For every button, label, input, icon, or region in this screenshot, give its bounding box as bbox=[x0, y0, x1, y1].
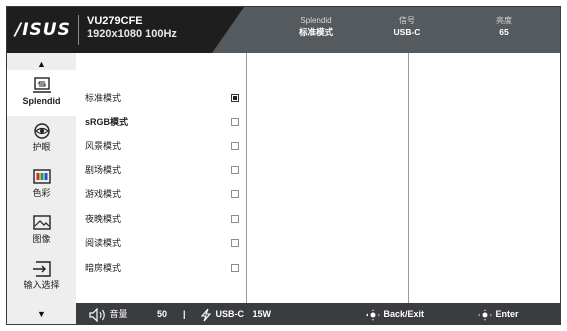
status-signal-key: 信号 bbox=[399, 16, 415, 25]
eye-care-icon bbox=[33, 123, 50, 139]
mode-label: 阅读模式 bbox=[85, 238, 122, 248]
mode-row-standard[interactable]: 标准模式 bbox=[85, 92, 239, 106]
status-signal: 信号 USB-C bbox=[362, 16, 452, 38]
mode-radio[interactable] bbox=[231, 190, 239, 198]
nav-up-arrow-icon[interactable]: ▲ bbox=[7, 59, 76, 69]
status-brightness: 亮度 65 bbox=[459, 16, 549, 38]
splendid-mode-list: 标准模式 sRGB模式 风景模式 剧场模式 游戏模式 夜晚模式 阅读模式 暗房模… bbox=[76, 53, 247, 303]
mode-row-reading[interactable]: 阅读模式 bbox=[85, 237, 239, 251]
osd-header: /ISUS VU279CFE 1920x1080 100Hz Splendid … bbox=[7, 7, 560, 53]
input-select-icon bbox=[32, 261, 51, 277]
nav-label-eye-care: 护眼 bbox=[32, 142, 51, 152]
lightning-icon bbox=[200, 308, 212, 321]
resolution-text: 1920x1080 100Hz bbox=[87, 28, 177, 40]
usbc-wattage: 15W bbox=[252, 309, 272, 319]
usbc-label: USB-C bbox=[215, 309, 245, 319]
enter-label: Enter bbox=[495, 309, 519, 319]
nav-item-splendid[interactable]: Splendid bbox=[7, 70, 76, 116]
mode-row-game[interactable]: 游戏模式 bbox=[85, 188, 239, 202]
mode-label: 游戏模式 bbox=[85, 189, 122, 199]
nav-item-eye-care[interactable]: 护眼 bbox=[7, 116, 76, 162]
joystick-left-icon bbox=[366, 308, 380, 321]
nav-item-input-select[interactable]: 输入选择 bbox=[7, 254, 76, 300]
nav-down-arrow-icon[interactable]: ▼ bbox=[37, 309, 46, 319]
mode-label: 暗房模式 bbox=[85, 263, 122, 273]
logo-divider bbox=[78, 15, 79, 45]
image-icon bbox=[32, 215, 51, 230]
nav-label-image: 图像 bbox=[32, 234, 51, 244]
mode-label: sRGB模式 bbox=[85, 117, 129, 127]
speaker-icon bbox=[89, 307, 105, 323]
volume-status: 音量 bbox=[89, 303, 128, 324]
status-splendid-value: 标准模式 bbox=[298, 27, 333, 37]
mode-radio[interactable] bbox=[231, 264, 239, 272]
color-icon bbox=[32, 169, 51, 184]
usbc-power-status: USB-C 15W bbox=[199, 303, 272, 324]
mode-radio[interactable] bbox=[231, 142, 239, 150]
splendid-icon bbox=[32, 77, 51, 93]
mode-label: 风景模式 bbox=[85, 141, 122, 151]
osd-footer: ▼ 音量 50 | USB-C 15W Back/Exit Enter bbox=[7, 303, 560, 324]
nav-down-area: ▼ bbox=[7, 303, 76, 324]
nav-label-input-select: 输入选择 bbox=[23, 280, 60, 290]
volume-value: 50 bbox=[157, 309, 168, 319]
volume-label: 音量 bbox=[109, 309, 128, 319]
mode-row-theater[interactable]: 剧场模式 bbox=[85, 164, 239, 178]
nav-label-color: 色彩 bbox=[32, 188, 51, 198]
nav-item-color[interactable]: 色彩 bbox=[7, 162, 76, 208]
enter-hint: Enter bbox=[477, 303, 519, 324]
mode-row-night[interactable]: 夜晚模式 bbox=[85, 213, 239, 227]
joystick-press-icon bbox=[478, 308, 492, 321]
back-exit-hint: Back/Exit bbox=[365, 303, 425, 324]
mode-row-srgb[interactable]: sRGB模式 bbox=[85, 116, 239, 130]
mode-radio[interactable] bbox=[231, 166, 239, 174]
mode-radio[interactable] bbox=[231, 215, 239, 223]
mode-label: 标准模式 bbox=[85, 93, 122, 103]
mode-radio-checked[interactable] bbox=[231, 94, 239, 102]
footer-divider: | bbox=[183, 309, 186, 319]
status-splendid: Splendid 标准模式 bbox=[271, 16, 361, 38]
status-splendid-key: Splendid bbox=[300, 16, 332, 25]
mode-radio[interactable] bbox=[231, 118, 239, 126]
mode-row-darkroom[interactable]: 暗房模式 bbox=[85, 262, 239, 276]
mode-radio[interactable] bbox=[231, 239, 239, 247]
asus-logo: /ISUS bbox=[15, 20, 71, 40]
nav-item-image[interactable]: 图像 bbox=[7, 208, 76, 254]
osd-menu: /ISUS VU279CFE 1920x1080 100Hz Splendid … bbox=[6, 6, 561, 325]
nav-label-splendid: Splendid bbox=[22, 96, 61, 106]
status-signal-value: USB-C bbox=[393, 27, 421, 37]
model-info: VU279CFE 1920x1080 100Hz bbox=[87, 15, 177, 40]
column-divider bbox=[408, 53, 409, 303]
mode-label: 剧场模式 bbox=[85, 165, 122, 175]
model-name: VU279CFE bbox=[87, 15, 143, 27]
status-brightness-key: 亮度 bbox=[496, 16, 512, 25]
status-brightness-value: 65 bbox=[499, 27, 509, 37]
mode-row-scenery[interactable]: 风景模式 bbox=[85, 140, 239, 154]
back-exit-label: Back/Exit bbox=[383, 309, 425, 319]
column-divider bbox=[246, 53, 247, 303]
left-nav: ▲ Splendid 护眼 色彩 图像 输入选择 bbox=[7, 53, 76, 303]
mode-label: 夜晚模式 bbox=[85, 214, 122, 224]
